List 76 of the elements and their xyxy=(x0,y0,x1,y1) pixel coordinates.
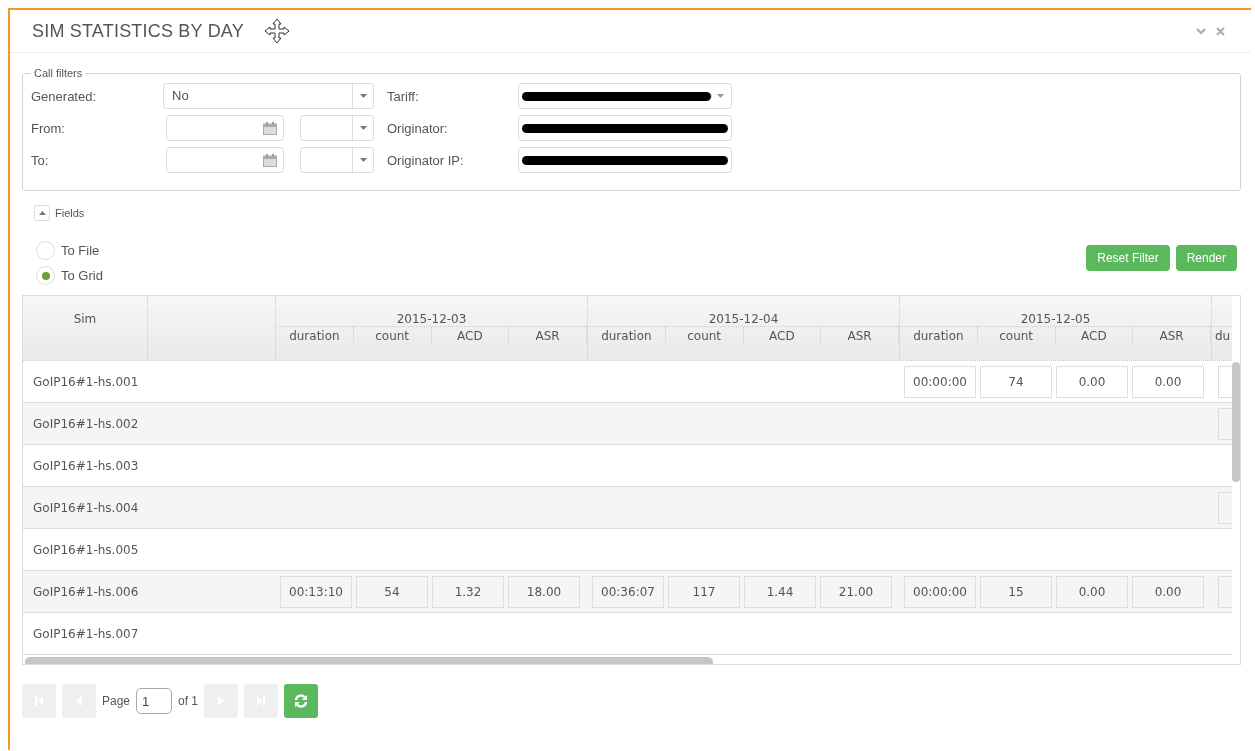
caret-icon xyxy=(38,211,46,215)
column-header[interactable]: ACD xyxy=(1055,327,1134,343)
value-cell: 00:36:07 xyxy=(592,575,664,608)
collapse-icon[interactable] xyxy=(1196,27,1206,35)
page-label: Page xyxy=(102,694,131,708)
sim-cell-text: GoIP16#1-hs.002 xyxy=(32,416,140,431)
sim-cell-text: GoIP16#1-hs.001 xyxy=(32,374,140,389)
column-header[interactable]: ACD xyxy=(743,327,822,343)
field-label: From: xyxy=(31,120,66,136)
date-column-header: 2015-12-03 xyxy=(276,296,587,327)
value-cell: 1.44 xyxy=(744,575,816,608)
page-count-label: of 1 xyxy=(178,694,199,708)
date-column-header: 2015-12-04 xyxy=(588,296,899,327)
field-label: Generated: xyxy=(31,88,98,104)
value-cell: 0.00 xyxy=(1056,575,1128,608)
text-field[interactable] xyxy=(518,115,732,141)
tariff-select[interactable] xyxy=(518,83,732,109)
value-cell: 00:00:00 xyxy=(904,365,976,398)
dropdown-arrow-icon xyxy=(359,158,367,162)
field-label: Tariff: xyxy=(387,88,420,104)
field-label: Originator: xyxy=(387,120,449,136)
vertical-scrollbar[interactable] xyxy=(1232,362,1240,482)
refresh-icon xyxy=(293,693,310,709)
value-cell: 00:00:00 xyxy=(904,575,976,608)
value-cell: 0.00 xyxy=(1056,365,1128,398)
page-input[interactable]: 1 xyxy=(136,688,173,714)
column-header[interactable]: duration xyxy=(900,327,978,343)
value-cell: 15 xyxy=(980,575,1052,608)
sim-cell-text: GoIP16#1-hs.005 xyxy=(32,542,140,557)
output-radio[interactable]: To File xyxy=(36,241,103,260)
column-header[interactable]: duration xyxy=(588,327,666,343)
horizontal-scrollbar[interactable] xyxy=(25,657,713,664)
output-radio[interactable]: To Grid xyxy=(36,266,103,285)
column-header[interactable]: count xyxy=(665,327,744,343)
close-icon[interactable] xyxy=(1216,26,1225,36)
move-cursor-icon xyxy=(263,18,290,44)
sim-cell-text: GoIP16#1-hs.004 xyxy=(32,500,140,515)
sim-cell-text: GoIP16#1-hs.003 xyxy=(32,458,140,473)
time-select[interactable] xyxy=(300,147,374,173)
value-cell: 54 xyxy=(356,575,428,608)
column-header[interactable]: ASR xyxy=(1133,327,1211,343)
refresh-button[interactable] xyxy=(284,684,319,718)
time-select[interactable] xyxy=(300,115,374,141)
column-header[interactable]: Sim xyxy=(23,296,148,360)
calendar-icon[interactable] xyxy=(263,121,277,135)
value-cell: 1.32 xyxy=(432,575,504,608)
value-cell: 74 xyxy=(980,365,1052,398)
sim-cell-text: GoIP16#1-hs.006 xyxy=(32,584,140,599)
value-cell: 18.00 xyxy=(508,575,580,608)
text-field[interactable] xyxy=(518,147,732,173)
dropdown-arrow-icon xyxy=(359,94,367,98)
dropdown-arrow-icon xyxy=(716,94,724,98)
call-filters-legend: Call filters xyxy=(31,67,86,79)
column-header[interactable]: du xyxy=(1212,327,1232,343)
value-cell: 00:13:10 xyxy=(280,575,352,608)
column-header[interactable]: count xyxy=(353,327,432,343)
date-column-header: 2015-12-05 xyxy=(900,296,1211,327)
calendar-icon[interactable] xyxy=(263,153,277,167)
value-cell: 117 xyxy=(668,575,740,608)
date-field[interactable] xyxy=(166,147,284,173)
column-header[interactable]: ASR xyxy=(821,327,899,343)
date-field[interactable] xyxy=(166,115,284,141)
column-header[interactable]: count xyxy=(977,327,1056,343)
value-cell: 21.00 xyxy=(820,575,892,608)
value-cell: 0.00 xyxy=(1132,365,1204,398)
column-header[interactable]: ASR xyxy=(509,327,587,343)
window-title: SIM STATISTICS BY DAY xyxy=(32,20,244,42)
fields-toggle[interactable]: Fields xyxy=(34,205,85,221)
field-label: To: xyxy=(31,152,50,168)
column-header[interactable]: duration xyxy=(276,327,354,343)
dropdown-arrow-icon xyxy=(359,126,367,130)
column-header[interactable]: ACD xyxy=(431,327,510,343)
value-cell: 0.00 xyxy=(1132,575,1204,608)
generated-select[interactable]: No xyxy=(163,83,374,109)
field-label: Originator IP: xyxy=(387,152,465,168)
sim-cell-text: GoIP16#1-hs.007 xyxy=(32,626,140,641)
